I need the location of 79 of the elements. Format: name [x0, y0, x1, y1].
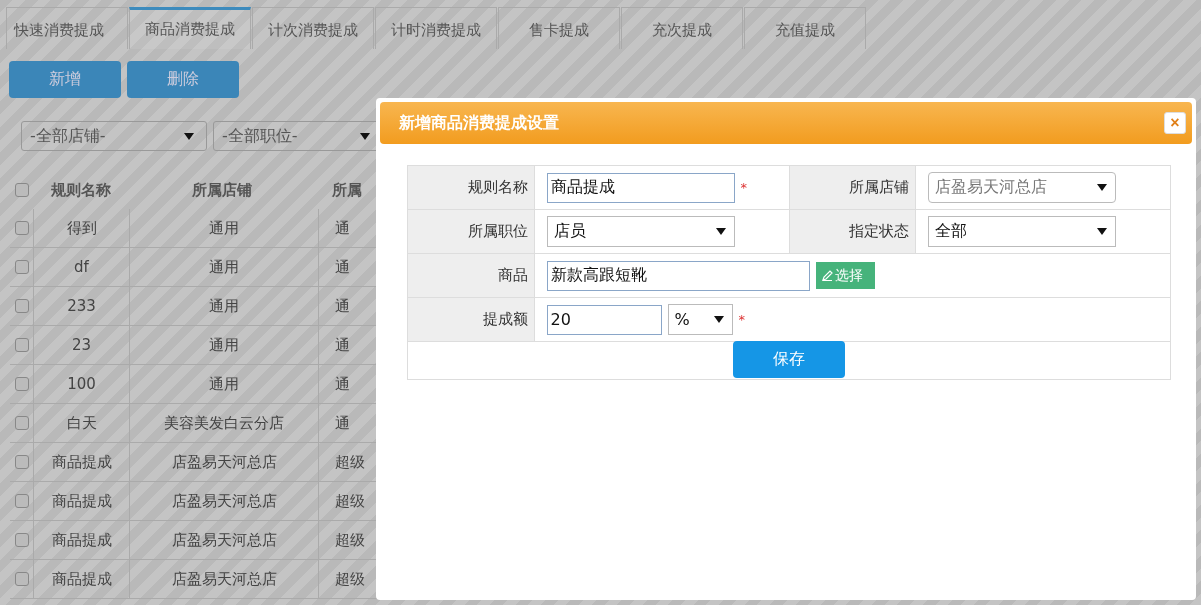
- column-header: 所属店铺: [192, 180, 252, 200]
- caret-icon: [1097, 184, 1108, 191]
- save-button[interactable]: 保存: [733, 341, 845, 378]
- table-cell: 店盈易天河总店: [171, 569, 277, 589]
- table-cell: 商品提成: [51, 530, 112, 550]
- select-button[interactable]: 选择: [815, 262, 875, 289]
- table-cell: 通用: [209, 257, 239, 277]
- field-label: 商品: [497, 266, 528, 284]
- required-mark: *: [740, 180, 748, 195]
- input-field[interactable]: 商品提成: [546, 172, 735, 203]
- column-header: 规则名称: [50, 180, 111, 200]
- column-header: 所属: [332, 180, 362, 200]
- checkbox[interactable]: [14, 338, 29, 352]
- table-cell: 超级: [335, 569, 365, 589]
- field-label: 所属职位: [467, 222, 528, 240]
- field-label: 指定状态: [849, 222, 910, 240]
- table-cell: 店盈易天河总店: [171, 530, 277, 550]
- tab[interactable]: 快速消费提成: [6, 7, 128, 49]
- checkbox[interactable]: [14, 533, 29, 547]
- tab[interactable]: 计次消费提成: [252, 7, 374, 49]
- table-cell: 通: [335, 374, 350, 394]
- table-cell: 通用: [209, 374, 239, 394]
- toolbar-button[interactable]: 新增: [9, 61, 121, 98]
- select-field[interactable]: 全部: [928, 216, 1117, 247]
- table-cell: 通用: [209, 296, 239, 316]
- table-cell: 得到: [66, 218, 97, 238]
- checkbox[interactable]: [14, 416, 29, 430]
- caret-icon: [715, 228, 726, 235]
- table-cell: 超级: [335, 491, 365, 511]
- table-cell: 通用: [209, 335, 239, 355]
- table-cell: 通: [335, 257, 350, 277]
- select-field[interactable]: 店员: [546, 216, 735, 247]
- field-label: 所属店铺: [849, 178, 910, 196]
- table-cell: 白天: [66, 413, 97, 433]
- unit-select[interactable]: %: [667, 304, 733, 335]
- filter-dropdown[interactable]: -全部店铺-: [21, 121, 207, 151]
- pencil-icon: [821, 270, 833, 281]
- checkbox[interactable]: [14, 221, 29, 235]
- checkbox[interactable]: [14, 572, 29, 586]
- table-cell: 超级: [335, 530, 365, 550]
- input-field[interactable]: 20: [546, 304, 662, 335]
- toolbar-button[interactable]: 删除: [127, 61, 239, 98]
- table-cell: 通用: [209, 218, 239, 238]
- tab[interactable]: 商品消费提成: [129, 7, 251, 49]
- tab[interactable]: 充次提成: [621, 7, 743, 49]
- table-cell: 23: [71, 336, 92, 354]
- table-cell: 通: [335, 413, 350, 433]
- table-cell: 店盈易天河总店: [171, 452, 277, 472]
- field-label: 提成额: [482, 310, 528, 328]
- table-cell: 通: [335, 218, 350, 238]
- table-cell: 商品提成: [51, 452, 112, 472]
- checkbox[interactable]: [14, 260, 29, 274]
- tab[interactable]: 充值提成: [744, 7, 866, 49]
- checkbox[interactable]: [14, 183, 29, 197]
- checkbox[interactable]: [14, 299, 29, 313]
- tab[interactable]: 售卡提成: [498, 7, 620, 49]
- table-cell: 通: [335, 335, 350, 355]
- checkbox[interactable]: [14, 377, 29, 391]
- tab[interactable]: 计时消费提成: [375, 7, 497, 49]
- field-label: 规则名称: [467, 178, 528, 196]
- table-cell: 233: [67, 297, 96, 315]
- required-mark: *: [738, 312, 746, 327]
- table-cell: 店盈易天河总店: [171, 491, 277, 511]
- table-cell: 美容美发白云分店: [164, 413, 284, 433]
- checkbox[interactable]: [14, 455, 29, 469]
- checkbox[interactable]: [14, 494, 29, 508]
- table-cell: 商品提成: [51, 569, 112, 589]
- close-button[interactable]: ×: [1164, 112, 1186, 134]
- table-cell: 商品提成: [51, 491, 112, 511]
- caret-icon: [713, 316, 724, 323]
- caret-icon: [360, 132, 370, 140]
- table-cell: 超级: [335, 452, 365, 472]
- table-cell: df: [74, 258, 89, 276]
- caret-icon: [184, 132, 194, 140]
- dialog-title: 新增商品消费提成设置: [399, 112, 559, 134]
- input-field[interactable]: 新款高跟短靴: [546, 260, 810, 291]
- caret-icon: [1097, 228, 1108, 235]
- table-cell: 100: [67, 375, 96, 393]
- table-cell: 通: [335, 296, 350, 316]
